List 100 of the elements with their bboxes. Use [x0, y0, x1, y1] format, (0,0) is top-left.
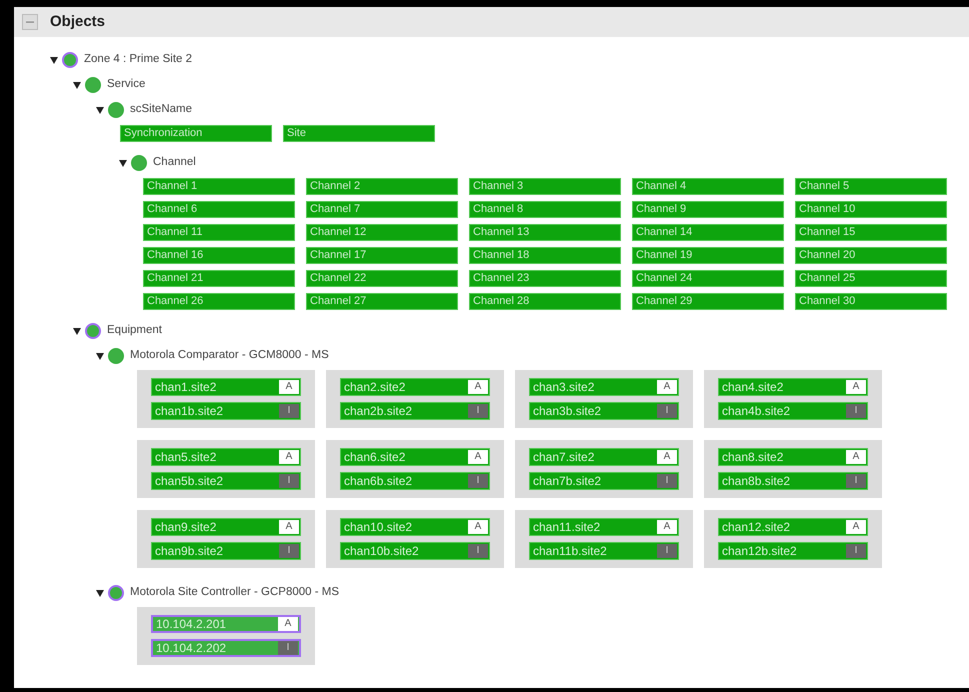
object-tile[interactable]: Channel 3: [469, 178, 621, 195]
link-row[interactable]: chan4.site2 A: [718, 378, 868, 396]
object-tile[interactable]: Channel 22: [306, 270, 458, 287]
object-tile[interactable]: Channel 12: [306, 224, 458, 241]
link-row[interactable]: chan2b.site2 I: [340, 402, 490, 420]
link-row[interactable]: chan9b.site2 I: [151, 542, 301, 560]
link-row[interactable]: chan4b.site2 I: [718, 402, 868, 420]
link-row[interactable]: chan10b.site2 I: [340, 542, 490, 560]
tree-node-label[interactable]: Equipment: [105, 322, 162, 340]
object-tile[interactable]: Channel 27: [306, 293, 458, 310]
link-row[interactable]: chan10.site2 A: [340, 518, 490, 536]
mode-badge: A: [468, 450, 488, 464]
tree-node-label[interactable]: Channel: [151, 154, 196, 172]
object-tile[interactable]: Channel 29: [632, 293, 784, 310]
link-row[interactable]: chan6.site2 A: [340, 448, 490, 466]
mode-badge: I: [657, 544, 677, 558]
object-tile[interactable]: Channel 11: [143, 224, 295, 241]
mode-badge: I: [846, 544, 866, 558]
object-tile[interactable]: Channel 7: [306, 201, 458, 218]
link-label: 10.104.2.201: [156, 616, 226, 633]
mode-badge: I: [846, 404, 866, 418]
link-row[interactable]: chan8b.site2 I: [718, 472, 868, 490]
object-tile[interactable]: Channel 16: [143, 247, 295, 264]
object-tile[interactable]: Channel 5: [795, 178, 947, 195]
expand-toggle-icon[interactable]: [73, 326, 81, 334]
link-label: chan4.site2: [722, 379, 784, 396]
object-tile[interactable]: Channel 18: [469, 247, 621, 264]
object-tile[interactable]: Channel 23: [469, 270, 621, 287]
link-label: chan5b.site2: [155, 473, 224, 490]
link-row[interactable]: chan3b.site2 I: [529, 402, 679, 420]
link-label: chan12.site2: [722, 519, 790, 536]
expand-toggle-icon[interactable]: [96, 588, 104, 596]
expand-toggle-icon[interactable]: [119, 158, 127, 166]
link-row[interactable]: chan6b.site2 I: [340, 472, 490, 490]
mode-badge: A: [846, 520, 866, 534]
tree-node-label[interactable]: Service: [105, 76, 146, 94]
object-tile[interactable]: Channel 15: [795, 224, 947, 241]
mode-badge: A: [657, 380, 677, 394]
link-label: chan6.site2: [344, 449, 406, 466]
link-row[interactable]: chan2.site2 A: [340, 378, 490, 396]
object-tile[interactable]: Channel 4: [632, 178, 784, 195]
mode-badge: I: [468, 544, 488, 558]
mode-badge: I: [278, 641, 298, 655]
link-label: chan10.site2: [344, 519, 412, 536]
object-tile[interactable]: Channel 24: [632, 270, 784, 287]
mode-badge: A: [468, 520, 488, 534]
link-label: chan6b.site2: [344, 473, 412, 490]
mode-badge: I: [657, 474, 677, 488]
tree-node-label[interactable]: Motorola Comparator - GCM8000 - MS: [128, 346, 329, 364]
link-row[interactable]: chan9.site2 A: [151, 518, 301, 536]
object-tile[interactable]: Channel 10: [795, 201, 947, 218]
link-label: chan2b.site2: [344, 403, 412, 420]
link-row[interactable]: chan8.site2 A: [718, 448, 868, 466]
object-tile[interactable]: Channel 21: [143, 270, 295, 287]
mode-badge: A: [279, 380, 299, 394]
link-label: chan11.site2: [533, 519, 600, 536]
object-tile[interactable]: Channel 6: [143, 201, 295, 218]
object-tile[interactable]: Channel 9: [632, 201, 784, 218]
mode-badge: A: [279, 520, 299, 534]
link-row[interactable]: chan3.site2 A: [529, 378, 679, 396]
link-row[interactable]: 10.104.2.202 I: [151, 639, 301, 657]
object-tile[interactable]: Synchronization: [120, 125, 272, 142]
object-tile[interactable]: Channel 20: [795, 247, 947, 264]
expand-toggle-icon[interactable]: [50, 56, 58, 64]
object-tile[interactable]: Channel 2: [306, 178, 458, 195]
link-row[interactable]: chan1b.site2 I: [151, 402, 301, 420]
link-row[interactable]: chan7.site2 A: [529, 448, 679, 466]
object-tile[interactable]: Channel 17: [306, 247, 458, 264]
expand-toggle-icon[interactable]: [73, 80, 81, 88]
tree-node-label[interactable]: Zone 4 : Prime Site 2: [82, 50, 192, 68]
object-tile[interactable]: Site: [283, 125, 435, 142]
link-row[interactable]: chan11b.site2 I: [529, 542, 679, 560]
mode-badge: A: [468, 380, 488, 394]
object-tile[interactable]: Channel 1: [143, 178, 295, 195]
link-row[interactable]: chan12b.site2 I: [718, 542, 868, 560]
expand-toggle-icon[interactable]: [96, 352, 104, 360]
link-row[interactable]: chan12.site2 A: [718, 518, 868, 536]
expand-toggle-icon[interactable]: [96, 106, 104, 114]
object-tile[interactable]: Channel 8: [469, 201, 621, 218]
link-row[interactable]: chan5b.site2 I: [151, 472, 301, 490]
collapse-button[interactable]: [22, 14, 38, 30]
tree-node-label[interactable]: Motorola Site Controller - GCP8000 - MS: [128, 584, 339, 602]
object-tile[interactable]: Channel 30: [795, 293, 947, 310]
link-label: 10.104.2.202: [156, 640, 226, 657]
object-tile[interactable]: Channel 28: [469, 293, 621, 310]
link-row[interactable]: chan7b.site2 I: [529, 472, 679, 490]
link-row[interactable]: chan11.site2 A: [529, 518, 679, 536]
object-tile[interactable]: Channel 19: [632, 247, 784, 264]
link-row[interactable]: chan1.site2 A: [151, 378, 301, 396]
mode-badge: A: [846, 450, 866, 464]
object-tile[interactable]: Channel 26: [143, 293, 295, 310]
mode-badge: A: [657, 520, 677, 534]
object-tile[interactable]: Channel 13: [469, 224, 621, 241]
link-label: chan1.site2: [155, 379, 216, 396]
mode-badge: I: [468, 474, 488, 488]
tree-node-label[interactable]: scSiteName: [128, 100, 192, 118]
object-tile[interactable]: Channel 14: [632, 224, 784, 241]
link-row[interactable]: 10.104.2.201 A: [151, 615, 301, 633]
link-row[interactable]: chan5.site2 A: [151, 448, 301, 466]
object-tile[interactable]: Channel 25: [795, 270, 947, 287]
